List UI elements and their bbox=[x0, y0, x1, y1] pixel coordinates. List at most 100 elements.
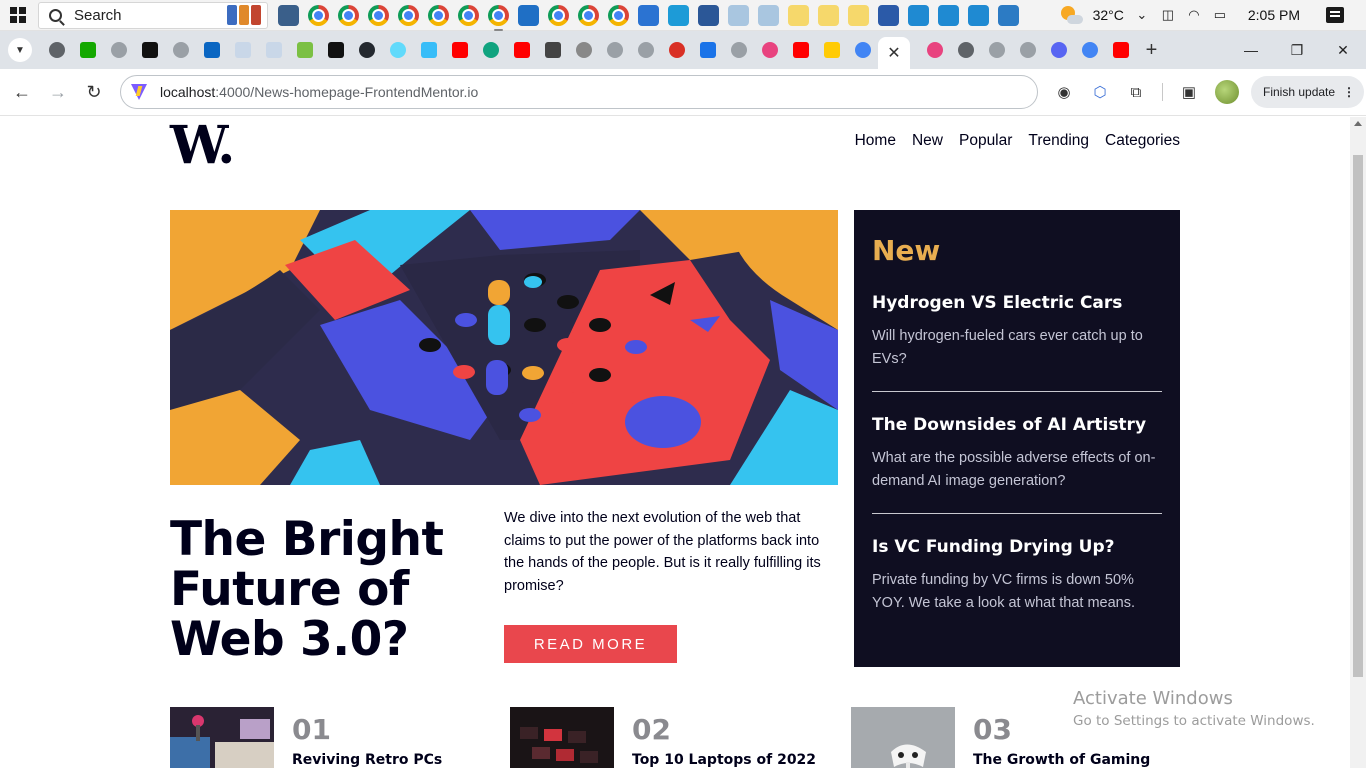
puzzle-extensions-icon[interactable]: ⧉ bbox=[1126, 82, 1146, 102]
wifi-icon[interactable]: ◠ bbox=[1186, 7, 1202, 23]
browser-tab[interactable] bbox=[661, 31, 692, 69]
browser-tab[interactable] bbox=[165, 31, 196, 69]
browser-tab[interactable] bbox=[72, 31, 103, 69]
vscode-icon[interactable] bbox=[968, 4, 989, 26]
browser-tab[interactable] bbox=[816, 31, 847, 69]
back-button[interactable]: ← bbox=[4, 74, 40, 110]
browser-tab[interactable] bbox=[506, 31, 537, 69]
browser-tab[interactable] bbox=[475, 31, 506, 69]
chrome-icon[interactable] bbox=[488, 4, 509, 31]
article-card[interactable]: 01 Reviving Retro PCs bbox=[170, 707, 442, 768]
side-panel-icon[interactable]: ▣ bbox=[1179, 82, 1199, 102]
browser-tab[interactable] bbox=[847, 31, 878, 69]
vscode-icon[interactable] bbox=[908, 4, 929, 26]
browser-tab[interactable] bbox=[785, 31, 816, 69]
restore-button[interactable]: ❐ bbox=[1274, 31, 1320, 69]
minimize-button[interactable]: — bbox=[1228, 31, 1274, 69]
profile-avatar[interactable] bbox=[1215, 80, 1239, 104]
browser-tab[interactable] bbox=[1074, 31, 1105, 69]
chrome-icon[interactable] bbox=[308, 4, 329, 26]
browser-tab[interactable] bbox=[320, 31, 351, 69]
scroll-up-arrow-icon[interactable] bbox=[1354, 121, 1362, 126]
card-title[interactable]: Reviving Retro PCs bbox=[292, 752, 442, 768]
new-item[interactable]: Is VC Funding Drying Up? Private funding… bbox=[872, 537, 1162, 635]
new-tab-button[interactable]: + bbox=[1136, 39, 1167, 62]
chrome-icon[interactable] bbox=[398, 4, 419, 26]
notification-icon[interactable] bbox=[1326, 7, 1344, 23]
battery-icon[interactable]: ▭ bbox=[1212, 7, 1228, 23]
new-item[interactable]: The Downsides of AI Artistry What are th… bbox=[872, 415, 1162, 514]
chrome-icon[interactable] bbox=[458, 4, 479, 26]
tab-active[interactable]: ✕ bbox=[878, 37, 910, 69]
notepad-icon[interactable] bbox=[728, 4, 749, 26]
new-item-title[interactable]: Hydrogen VS Electric Cars bbox=[872, 293, 1162, 313]
browser-tab[interactable] bbox=[444, 31, 475, 69]
finish-update-button[interactable]: Finish update ⋮ bbox=[1251, 76, 1365, 108]
forward-button[interactable]: → bbox=[40, 74, 76, 110]
sync-extension-icon[interactable]: ◉ bbox=[1054, 82, 1074, 102]
browser-tab[interactable] bbox=[537, 31, 568, 69]
nav-trending[interactable]: Trending bbox=[1028, 132, 1089, 150]
browser-tab[interactable] bbox=[723, 31, 754, 69]
edge-icon[interactable] bbox=[668, 4, 689, 26]
browser-tab[interactable] bbox=[351, 31, 382, 69]
nav-popular[interactable]: Popular bbox=[959, 132, 1012, 150]
tab-search-button[interactable]: ▼ bbox=[8, 38, 32, 62]
browser-tab[interactable] bbox=[1043, 31, 1074, 69]
browser-tab[interactable] bbox=[630, 31, 661, 69]
browser-tab[interactable] bbox=[103, 31, 134, 69]
browser-tab[interactable] bbox=[289, 31, 320, 69]
nav-home[interactable]: Home bbox=[855, 132, 896, 150]
article-card[interactable]: 02 Top 10 Laptops of 2022 bbox=[510, 707, 816, 768]
browser-tab[interactable] bbox=[41, 31, 72, 69]
nav-categories[interactable]: Categories bbox=[1105, 132, 1180, 150]
mail-icon[interactable] bbox=[638, 4, 659, 26]
sticky-notes-icon[interactable] bbox=[848, 4, 869, 26]
read-more-button[interactable]: READ MORE bbox=[504, 625, 677, 663]
browser-tab[interactable] bbox=[754, 31, 785, 69]
close-window-button[interactable]: ✕ bbox=[1320, 31, 1366, 69]
browser-tab[interactable] bbox=[981, 31, 1012, 69]
nav-new[interactable]: New bbox=[912, 132, 943, 150]
temperature[interactable]: 32°C bbox=[1093, 7, 1124, 23]
sticky-notes-icon[interactable] bbox=[788, 4, 809, 26]
browser-tab[interactable] bbox=[599, 31, 630, 69]
card-title[interactable]: Top 10 Laptops of 2022 bbox=[632, 752, 816, 768]
store-icon[interactable] bbox=[518, 4, 539, 26]
cube-extension-icon[interactable]: ⬡ bbox=[1090, 82, 1110, 102]
taskbar-search[interactable]: Search bbox=[38, 1, 268, 29]
site-logo[interactable]: W. bbox=[170, 117, 235, 176]
weather-icon[interactable] bbox=[1060, 6, 1083, 24]
address-bar[interactable]: localhost:4000/News-homepage-FrontendMen… bbox=[120, 75, 1038, 109]
start-button[interactable] bbox=[0, 0, 36, 31]
browser-tab[interactable] bbox=[134, 31, 165, 69]
browser-tab[interactable] bbox=[1012, 31, 1043, 69]
scrollbar-thumb[interactable] bbox=[1353, 155, 1363, 677]
card-title[interactable]: The Growth of Gaming bbox=[973, 752, 1150, 768]
word-icon[interactable] bbox=[698, 4, 719, 26]
browser-tab[interactable] bbox=[692, 31, 723, 69]
widgets-icon[interactable] bbox=[278, 4, 299, 26]
browser-tab[interactable] bbox=[950, 31, 981, 69]
browser-tab[interactable] bbox=[196, 31, 227, 69]
chrome-icon[interactable] bbox=[608, 4, 629, 26]
browser-tab[interactable] bbox=[413, 31, 444, 69]
camera-icon[interactable]: ◫ bbox=[1160, 7, 1176, 23]
browser-tab[interactable] bbox=[382, 31, 413, 69]
powershell-icon[interactable] bbox=[878, 4, 899, 26]
browser-tab[interactable] bbox=[919, 31, 950, 69]
new-item-title[interactable]: The Downsides of AI Artistry bbox=[872, 415, 1162, 435]
browser-tab[interactable] bbox=[568, 31, 599, 69]
page-scrollbar[interactable] bbox=[1350, 117, 1366, 768]
vscode-icon[interactable] bbox=[938, 4, 959, 26]
sticky-notes-icon[interactable] bbox=[818, 4, 839, 26]
new-item[interactable]: Hydrogen VS Electric Cars Will hydrogen-… bbox=[872, 293, 1162, 392]
browser-tab[interactable] bbox=[258, 31, 289, 69]
chrome-icon[interactable] bbox=[428, 4, 449, 26]
reload-button[interactable]: ↻ bbox=[76, 74, 112, 110]
browser-tab[interactable] bbox=[227, 31, 258, 69]
chrome-icon[interactable] bbox=[368, 4, 389, 26]
notepad-icon[interactable] bbox=[758, 4, 779, 26]
new-item-title[interactable]: Is VC Funding Drying Up? bbox=[872, 537, 1162, 557]
browser-tab[interactable] bbox=[1105, 31, 1136, 69]
